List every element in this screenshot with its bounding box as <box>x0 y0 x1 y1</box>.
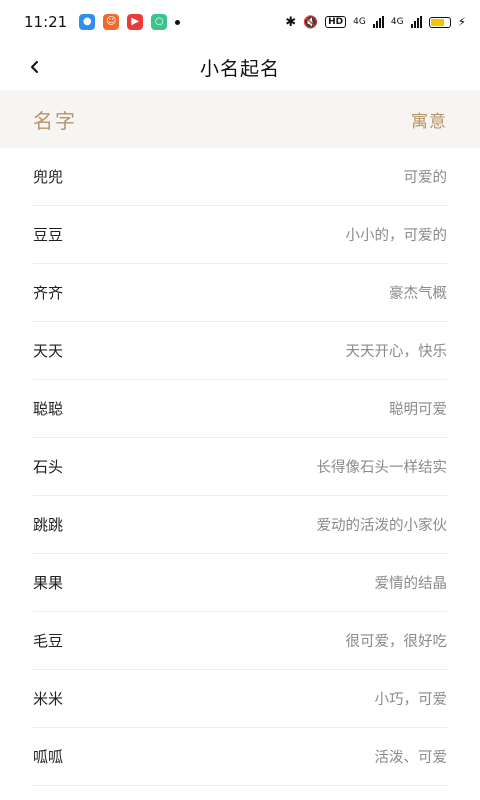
list-item[interactable]: 天天 天天开心，快乐 <box>33 322 447 380</box>
list-item[interactable]: 毛豆 很可爱，很好吃 <box>33 612 447 670</box>
meaning-cell: 爱情的结晶 <box>374 576 448 592</box>
status-time: 11:21 <box>24 13 68 31</box>
name-cell: 呱呱 <box>33 748 64 766</box>
app-notification-icon: ● <box>79 14 96 30</box>
signal-icon <box>410 16 422 28</box>
meaning-cell: 小巧，可爱 <box>374 692 448 708</box>
list-item[interactable]: 聪聪 聪明可爱 <box>33 380 447 438</box>
more-notifications-icon <box>175 19 181 25</box>
meaning-cell: 爱动的活泼的小家伙 <box>316 518 448 534</box>
meaning-cell: 小小的，可爱的 <box>345 228 448 244</box>
list-item[interactable]: 果果 爱情的结晶 <box>33 554 447 612</box>
status-bar: 11:21 ● ☺ ▶ ○ ✱ 🔇 HD 4G 4G ⚡ <box>0 0 480 44</box>
status-left: 11:21 ● ☺ ▶ ○ <box>24 13 181 31</box>
name-cell: 聪聪 <box>33 400 64 418</box>
list-item[interactable]: 兜兜 可爱的 <box>33 148 447 206</box>
network-label-1: 4G <box>353 17 366 27</box>
meaning-cell: 可爱的 <box>403 170 448 186</box>
meaning-cell: 豪杰气概 <box>389 286 447 302</box>
app-notification-icon: ☺ <box>103 14 120 30</box>
bluetooth-icon: ✱ <box>285 14 297 30</box>
network-label-2: 4G <box>390 17 404 27</box>
name-cell: 果果 <box>33 574 64 592</box>
meaning-cell: 长得像石头一样结实 <box>316 460 448 476</box>
status-right: ✱ 🔇 HD 4G 4G ⚡ <box>285 15 466 30</box>
list-item[interactable]: 石头 长得像石头一样结实 <box>33 438 447 496</box>
list-item[interactable]: 跳跳 爱动的活泼的小家伙 <box>33 496 447 554</box>
meaning-cell: 聪明可爱 <box>389 402 447 418</box>
list-item[interactable]: 呱呱 活泼、可爱 <box>33 728 447 786</box>
name-cell: 米米 <box>33 690 64 708</box>
charging-icon: ⚡ <box>457 15 466 29</box>
chevron-left-icon <box>31 61 38 73</box>
meaning-cell: 很可爱，很好吃 <box>345 634 448 650</box>
battery-icon <box>428 16 451 28</box>
name-cell: 跳跳 <box>33 516 64 534</box>
header-name-label: 名字 <box>33 108 77 133</box>
name-cell: 豆豆 <box>33 226 64 244</box>
list-item[interactable]: 齐齐 豪杰气概 <box>33 264 447 322</box>
page-title: 小名起名 <box>199 57 280 80</box>
list-item[interactable]: 豆豆 小小的，可爱的 <box>33 206 447 264</box>
name-cell: 石头 <box>33 458 64 476</box>
meaning-cell: 活泼、可爱 <box>374 750 448 766</box>
mute-icon: 🔇 <box>303 15 319 29</box>
app-notification-icon: ○ <box>151 14 168 30</box>
back-button[interactable] <box>20 52 50 82</box>
name-cell: 齐齐 <box>33 284 64 302</box>
name-cell: 毛豆 <box>33 632 64 650</box>
name-cell: 兜兜 <box>33 168 64 186</box>
name-list: 兜兜 可爱的 豆豆 小小的，可爱的 齐齐 豪杰气概 天天 天天开心，快乐 聪聪 … <box>0 148 480 786</box>
signal-icon <box>372 16 384 28</box>
meaning-cell: 天天开心，快乐 <box>345 344 448 360</box>
list-item[interactable]: 米米 小巧，可爱 <box>33 670 447 728</box>
header-meaning-label: 寓意 <box>411 111 447 132</box>
name-cell: 天天 <box>33 342 64 360</box>
app-notification-icon: ▶ <box>127 14 144 30</box>
hd-icon: HD <box>325 16 347 28</box>
nav-bar: 小名起名 <box>0 44 480 90</box>
table-header: 名字 寓意 <box>0 90 480 148</box>
